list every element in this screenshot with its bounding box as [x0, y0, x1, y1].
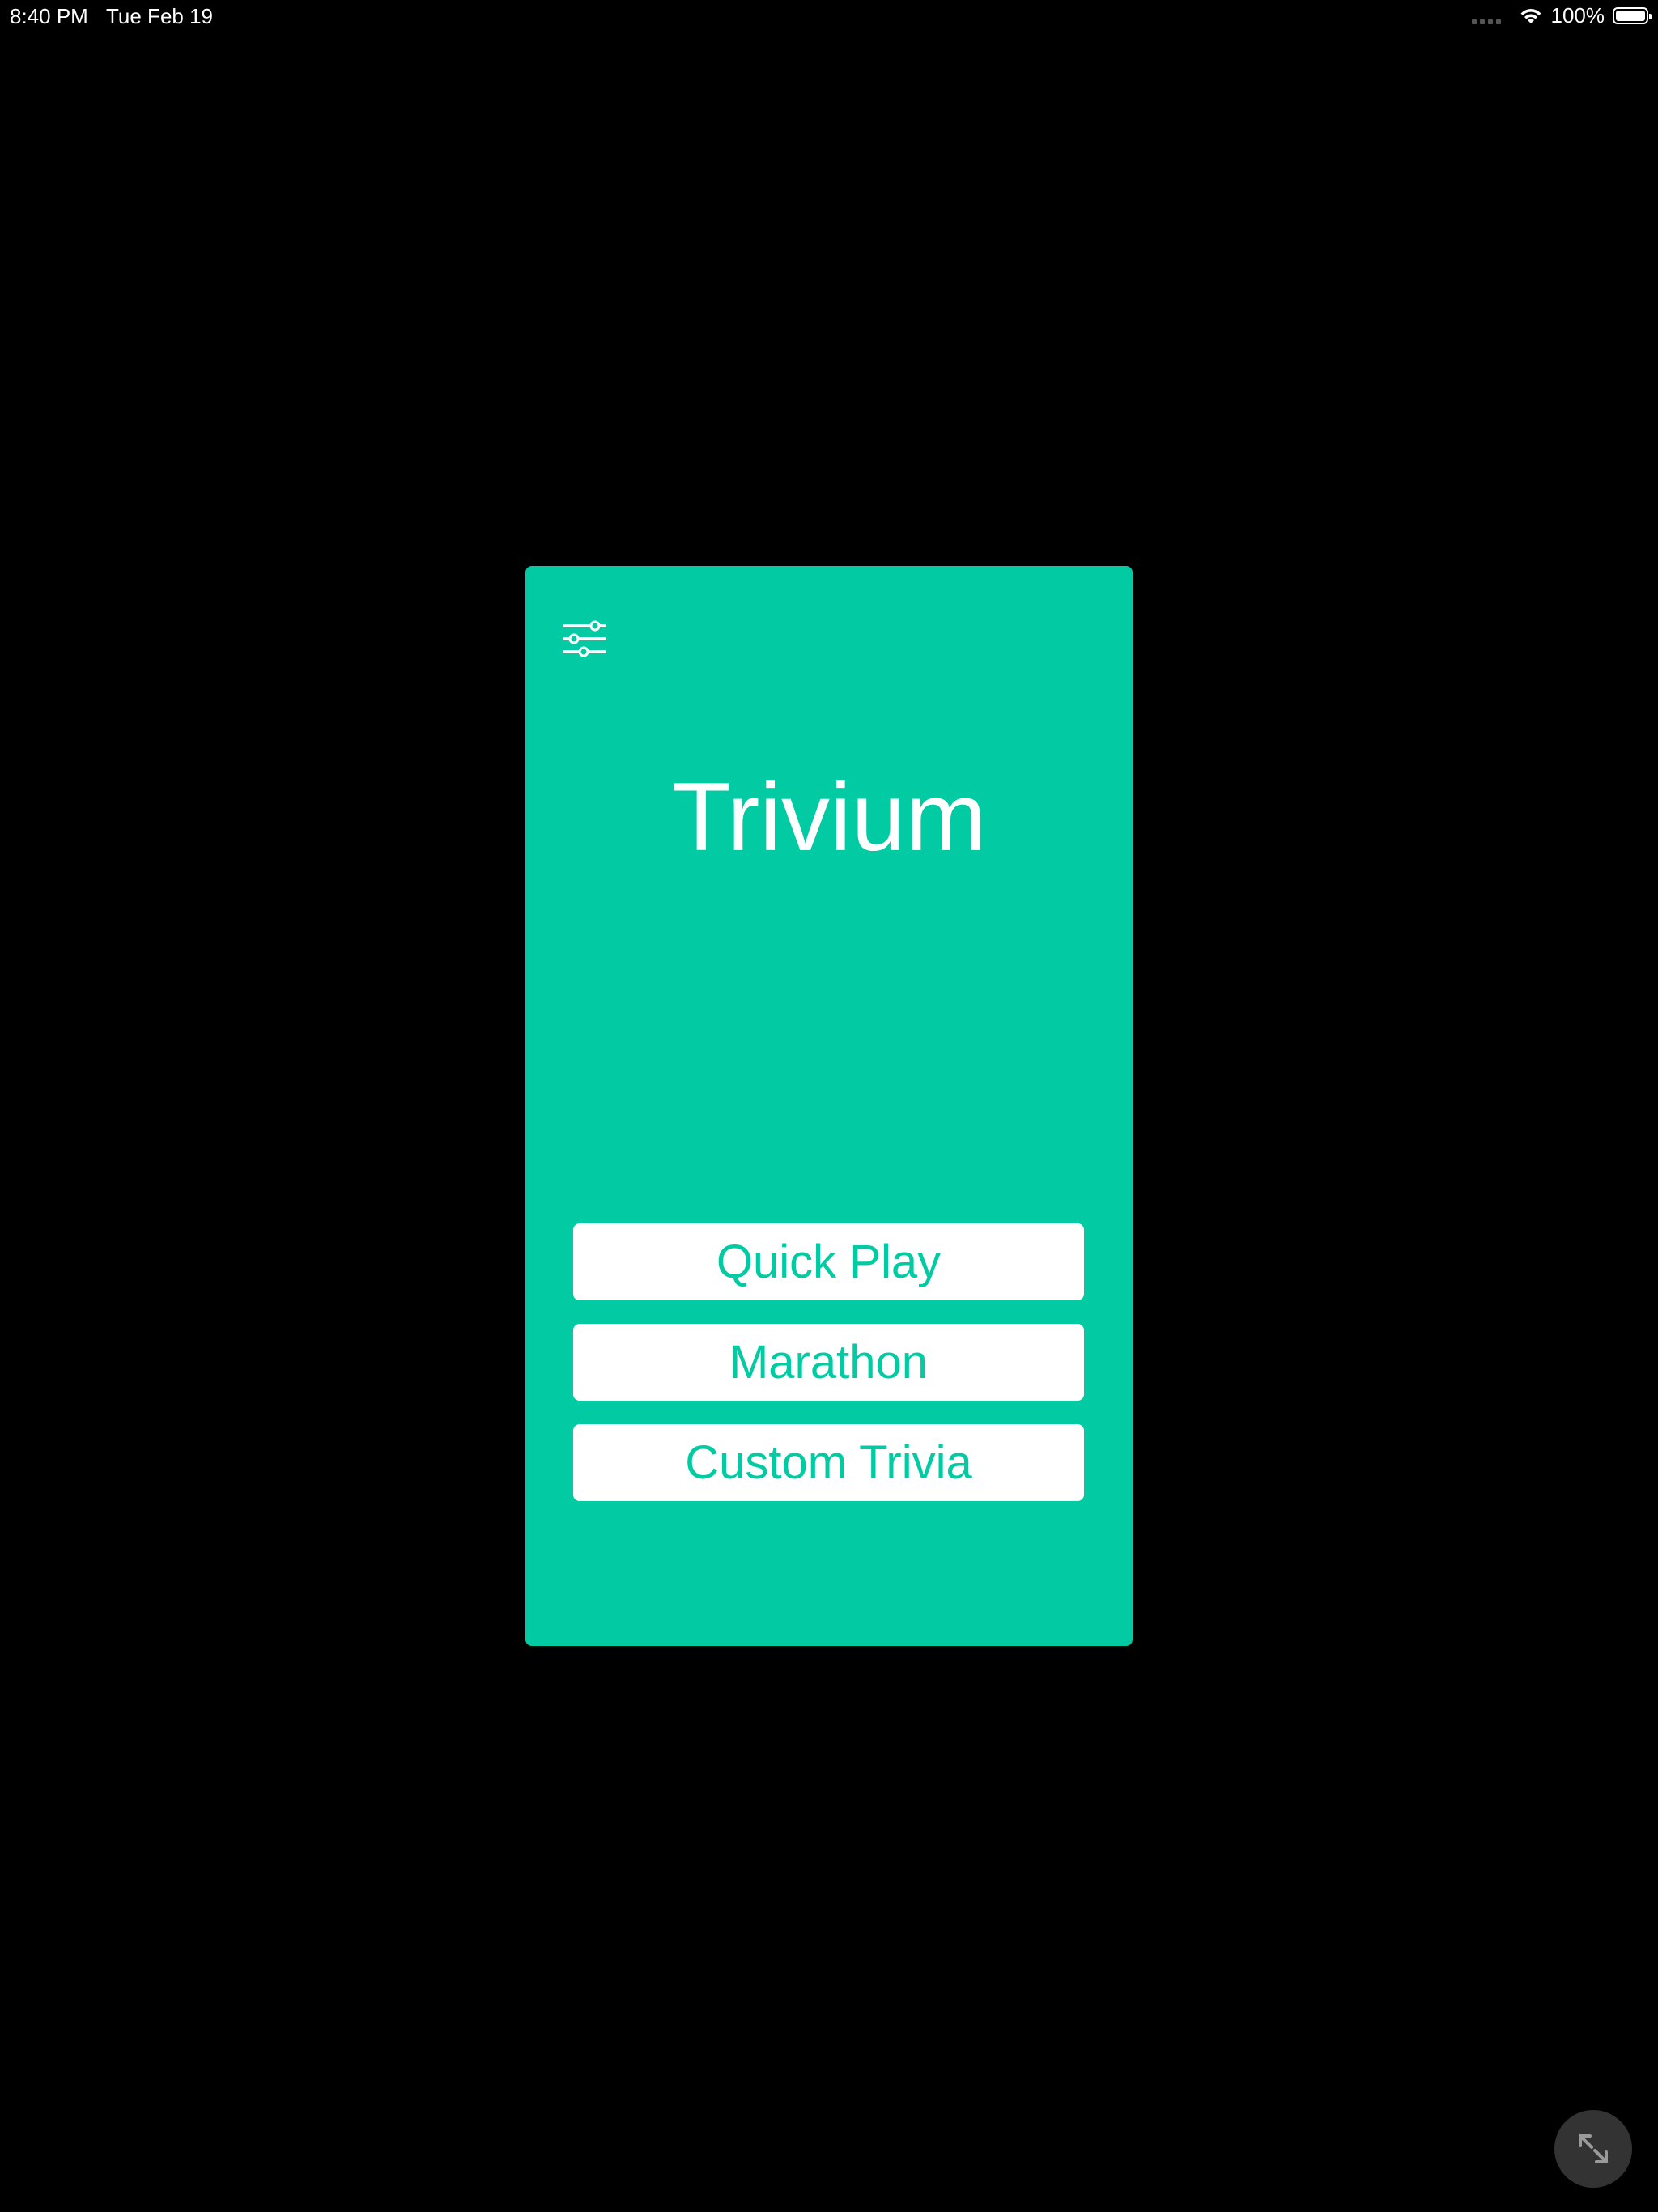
battery-full-icon	[1613, 7, 1652, 24]
wifi-icon	[1520, 8, 1541, 23]
settings-button[interactable]	[559, 616, 608, 661]
sliders-icon	[563, 620, 606, 657]
main-menu: Quick Play Marathon Custom Trivia	[573, 1223, 1084, 1525]
expand-arrows-icon	[1579, 2134, 1608, 2163]
battery-percentage: 100%	[1550, 3, 1605, 28]
status-indicators: 100%	[1471, 3, 1652, 28]
custom-trivia-button[interactable]: Custom Trivia	[573, 1424, 1084, 1501]
cellular-signal-icon	[1471, 8, 1501, 24]
quick-play-button[interactable]: Quick Play	[573, 1223, 1084, 1300]
status-time: 8:40 PM	[10, 4, 88, 28]
app-title: Trivium	[671, 763, 987, 871]
app-screen: Trivium Quick Play Marathon Custom Trivi…	[525, 566, 1133, 1646]
marathon-button[interactable]: Marathon	[573, 1324, 1084, 1401]
status-bar: 8:40 PM Tue Feb 19 100%	[0, 0, 1658, 32]
expand-button[interactable]	[1554, 2110, 1632, 2188]
status-date: Tue Feb 19	[106, 4, 214, 28]
